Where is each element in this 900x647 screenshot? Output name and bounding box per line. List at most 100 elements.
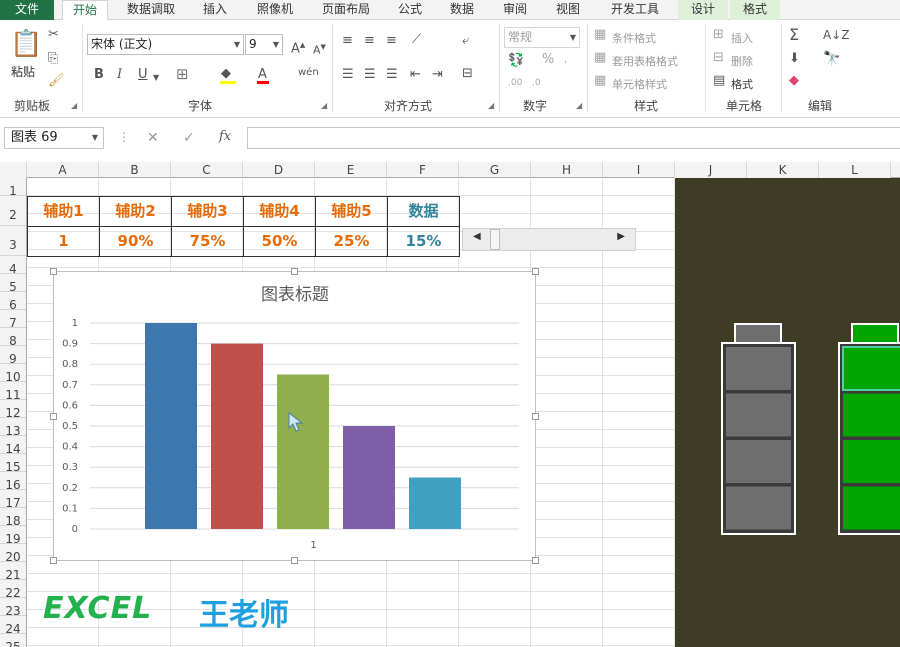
row-header-5[interactable]: 5 xyxy=(0,274,26,294)
resize-handle[interactable] xyxy=(291,557,298,564)
percent-button[interactable]: % xyxy=(542,53,554,67)
select-all-corner[interactable] xyxy=(0,162,27,178)
number-launcher-icon[interactable]: ◢ xyxy=(576,101,582,110)
paste-icon[interactable]: 📋 xyxy=(10,30,42,58)
row-header-24[interactable]: 24 xyxy=(0,616,26,636)
font-name-select[interactable]: 宋体 (正文) ▼ xyxy=(87,34,244,55)
fill-icon[interactable]: ⬇ xyxy=(789,52,800,66)
wrap-text-icon[interactable]: ⤶ xyxy=(462,34,469,48)
scroll-right-arrow-icon[interactable]: ▶ xyxy=(617,231,625,242)
row-header-1[interactable]: 1 xyxy=(0,178,26,198)
row-header-23[interactable]: 23 xyxy=(0,598,26,618)
cell-styles-button[interactable]: 单元格样式 xyxy=(612,76,667,92)
format-cells-button[interactable]: 格式 xyxy=(731,76,753,92)
format-painter-icon[interactable]: 🖌 xyxy=(48,74,65,88)
row-header-8[interactable]: 8 xyxy=(0,328,26,348)
resize-handle[interactable] xyxy=(50,413,57,420)
row-header-13[interactable]: 13 xyxy=(0,418,26,438)
bar-series-3[interactable] xyxy=(277,374,329,530)
resize-handle[interactable] xyxy=(50,268,57,275)
column-header-K[interactable]: K xyxy=(747,162,819,178)
sort-filter-icon[interactable]: A↓Z xyxy=(823,28,849,42)
tab-view[interactable]: 视图 xyxy=(547,0,589,20)
row-header-14[interactable]: 14 xyxy=(0,436,26,456)
row-header-6[interactable]: 6 xyxy=(0,292,26,312)
bar-series-5[interactable] xyxy=(409,477,461,530)
column-header-C[interactable]: C xyxy=(171,162,243,178)
row-header-16[interactable]: 16 xyxy=(0,472,26,492)
delete-cells-button[interactable]: 删除 xyxy=(731,53,753,69)
tab-camera[interactable]: 照像机 xyxy=(248,0,302,20)
row-header-21[interactable]: 21 xyxy=(0,562,26,582)
row-header-4[interactable]: 4 xyxy=(0,256,26,276)
row-header-7[interactable]: 7 xyxy=(0,310,26,330)
number-format-select[interactable]: 常规 ▼ xyxy=(504,27,580,48)
column-header-E[interactable]: E xyxy=(315,162,387,178)
tab-developer[interactable]: 开发工具 xyxy=(600,0,670,20)
table-header-cell[interactable]: 辅助1 xyxy=(27,196,100,227)
increase-font-icon[interactable]: A▲ xyxy=(291,38,305,56)
resize-handle[interactable] xyxy=(532,557,539,564)
merge-center-icon[interactable]: ⊟ xyxy=(462,67,473,81)
name-box[interactable]: 图表 69 ▼ xyxy=(4,127,104,149)
font-size-select[interactable]: 9 ▼ xyxy=(245,34,283,55)
align-middle-icon[interactable]: ≡ xyxy=(364,34,375,48)
table-value-cell[interactable]: 25% xyxy=(315,226,388,257)
orientation-icon[interactable]: ⟋ xyxy=(412,33,421,47)
format-as-table-button[interactable]: 套用表格格式 xyxy=(612,53,678,69)
table-value-cell[interactable]: 15% xyxy=(387,226,460,257)
column-header-B[interactable]: B xyxy=(99,162,171,178)
tab-home[interactable]: 开始 xyxy=(62,0,108,21)
table-value-cell[interactable]: 50% xyxy=(243,226,316,257)
row-header-9[interactable]: 9 xyxy=(0,346,26,366)
chevron-down-icon[interactable]: ▼ xyxy=(153,71,159,85)
row-header-10[interactable]: 10 xyxy=(0,364,26,384)
bar-series-1[interactable] xyxy=(145,323,197,529)
row-header-11[interactable]: 11 xyxy=(0,382,26,402)
italic-button[interactable]: I xyxy=(117,68,122,82)
align-top-icon[interactable]: ≡ xyxy=(342,34,353,48)
column-header-D[interactable]: D xyxy=(243,162,315,178)
table-value-cell[interactable]: 1 xyxy=(27,226,100,257)
table-header-cell[interactable]: 辅助5 xyxy=(315,196,388,227)
bar-series-4[interactable] xyxy=(343,426,395,529)
font-color-icon[interactable]: A xyxy=(258,68,267,82)
clipboard-launcher-icon[interactable]: ◢ xyxy=(71,101,77,110)
bold-button[interactable]: B xyxy=(94,68,104,82)
insert-function-icon[interactable]: fx xyxy=(219,129,231,144)
column-header-J[interactable]: J xyxy=(675,162,747,178)
cut-icon[interactable]: ✂ xyxy=(48,28,59,42)
column-header-L[interactable]: L xyxy=(819,162,891,178)
tab-file[interactable]: 文件 xyxy=(0,0,54,20)
bar-series-2[interactable] xyxy=(211,343,263,529)
comma-style-icon[interactable]: , xyxy=(564,53,567,67)
column-header-I[interactable]: I xyxy=(603,162,675,178)
tab-insert[interactable]: 插入 xyxy=(194,0,236,20)
row-header-22[interactable]: 22 xyxy=(0,580,26,600)
table-header-cell[interactable]: 数据 xyxy=(387,196,460,227)
align-right-icon[interactable]: ☰ xyxy=(386,68,398,82)
resize-handle[interactable] xyxy=(532,413,539,420)
confirm-icon[interactable]: ✓ xyxy=(183,130,195,146)
tab-data[interactable]: 数据 xyxy=(441,0,483,20)
column-header-F[interactable]: F xyxy=(387,162,459,178)
align-left-icon[interactable]: ☰ xyxy=(342,68,354,82)
find-select-icon[interactable]: 🔭 xyxy=(823,52,840,66)
tab-review[interactable]: 审阅 xyxy=(494,0,536,20)
autosum-icon[interactable]: Σ xyxy=(789,27,799,43)
row-header-20[interactable]: 20 xyxy=(0,544,26,564)
resize-handle[interactable] xyxy=(532,268,539,275)
chart-title[interactable]: 图表标题 xyxy=(261,285,329,305)
insert-cells-button[interactable]: 插入 xyxy=(731,30,753,46)
table-header-cell[interactable]: 辅助2 xyxy=(99,196,172,227)
column-header-G[interactable]: G xyxy=(459,162,531,178)
tab-formulas[interactable]: 公式 xyxy=(389,0,431,20)
column-header-A[interactable]: A xyxy=(27,162,99,178)
table-header-cell[interactable]: 辅助4 xyxy=(243,196,316,227)
tab-chart-format[interactable]: 格式 xyxy=(730,0,780,20)
align-bottom-icon[interactable]: ≡ xyxy=(386,34,397,48)
alignment-launcher-icon[interactable]: ◢ xyxy=(488,101,494,110)
column-header-H[interactable]: H xyxy=(531,162,603,178)
copy-icon[interactable]: ⎘ xyxy=(48,52,58,66)
table-value-cell[interactable]: 75% xyxy=(171,226,244,257)
